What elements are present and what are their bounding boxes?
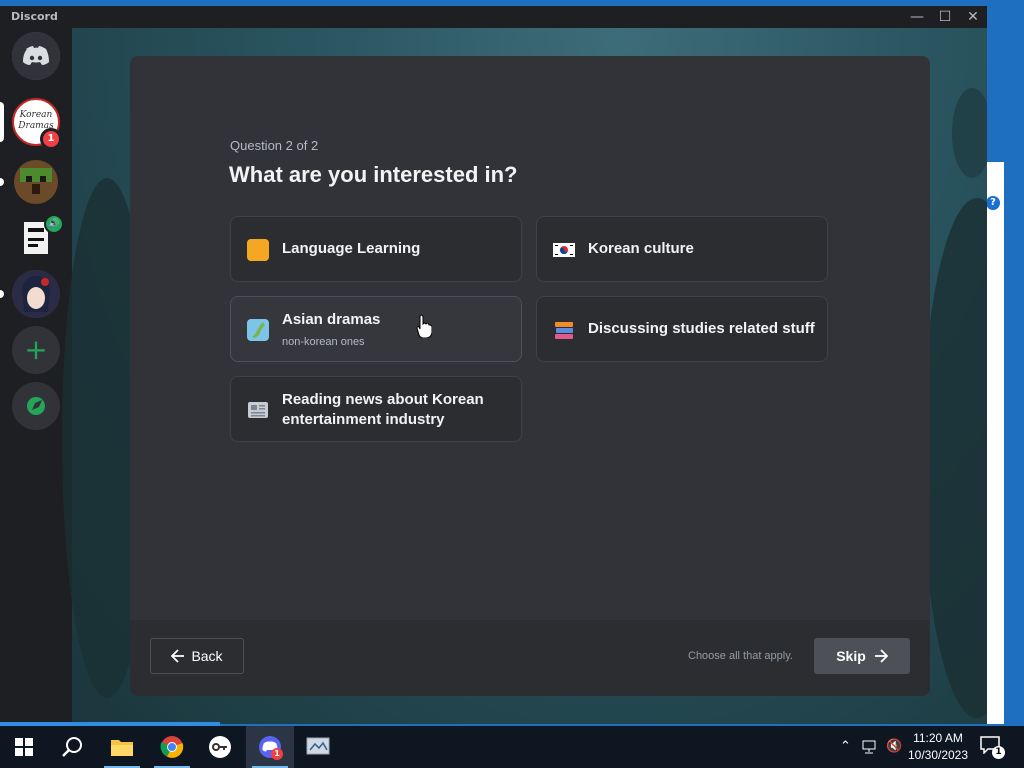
orange-square-icon [247, 239, 269, 261]
network-icon[interactable] [862, 740, 880, 754]
chevron-up-icon[interactable]: ⌃ [840, 739, 851, 754]
minecraft-creeper-icon [14, 160, 58, 204]
compass-icon [27, 397, 45, 415]
onboarding-modal: Question 2 of 2 What are you interested … [130, 56, 930, 696]
newspaper-icon [248, 402, 268, 418]
japan-map-icon [247, 319, 269, 341]
discord-logo-icon [12, 32, 60, 80]
option-korean-culture[interactable]: Korean culture [536, 216, 828, 282]
server-voice[interactable]: 🔊 [12, 214, 64, 262]
server-minecraft[interactable] [12, 158, 60, 206]
option-reading-news[interactable]: Reading news about Korean entertainment … [230, 376, 522, 442]
option-label: Reading news about Korean entertainment … [282, 391, 484, 428]
server-korean-dramas[interactable]: Korean Dramas 1 [12, 98, 62, 150]
minimize-button[interactable]: — [903, 6, 931, 28]
unread-pill [0, 290, 4, 298]
discord-badge: 1 [271, 748, 283, 760]
option-label: Asian dramas [282, 311, 381, 328]
start-button[interactable] [0, 726, 48, 768]
maximize-button[interactable]: ☐ [931, 6, 959, 28]
skip-button[interactable]: Skip [814, 638, 910, 674]
unread-pill [0, 178, 4, 186]
server-sidebar: Korean Dramas 1 🔊 + [0, 28, 72, 724]
hand-cursor-icon [416, 314, 432, 338]
explore-servers-button[interactable] [12, 382, 60, 430]
search-button[interactable] [48, 726, 96, 768]
clock-date: 10/30/2023 [907, 748, 969, 762]
folder-icon [111, 740, 133, 756]
question-count: Question 2 of 2 [230, 138, 319, 153]
option-language-learning[interactable]: Language Learning [230, 216, 522, 282]
option-asian-dramas[interactable]: Asian dramas non-korean ones [230, 296, 522, 362]
search-icon [62, 737, 82, 757]
app-title: Discord [11, 10, 58, 23]
windows-icon [15, 738, 33, 756]
option-label: Language Learning [282, 240, 421, 257]
unread-badge: 1 [40, 128, 62, 150]
server-anime[interactable] [12, 270, 60, 318]
help-icon[interactable]: ? [986, 196, 1000, 210]
notification-count: 1 [992, 746, 1005, 759]
network-app-button[interactable] [294, 726, 342, 768]
discord-taskbar-button[interactable]: 1 [246, 726, 294, 768]
taskbar-clock[interactable]: 11:20 AM 10/30/2023 [900, 730, 976, 764]
arrow-right-icon [874, 649, 888, 663]
add-server-button[interactable]: + [12, 326, 60, 374]
back-label: Back [191, 648, 223, 664]
books-icon [555, 322, 573, 339]
choose-hint: Choose all that apply. [688, 650, 793, 662]
korean-flag-icon [553, 243, 575, 257]
background-window [986, 162, 1004, 724]
keys-icon [209, 736, 231, 758]
back-button[interactable]: Back [150, 638, 244, 674]
clock-time: 11:20 AM [913, 731, 963, 745]
chrome-icon [160, 736, 184, 758]
notifications-button[interactable]: 1 [980, 736, 1005, 759]
option-label: Korean culture [588, 240, 694, 257]
option-label: Discussing studies related stuff [588, 320, 815, 337]
chrome-button[interactable] [148, 726, 196, 768]
keys-app-button[interactable] [196, 726, 244, 768]
skip-label: Skip [836, 648, 866, 664]
taskbar: 1 ⌃ 🔇 11:20 AM 10/30/2023 1 [0, 726, 1024, 768]
selected-server-pill [0, 102, 4, 142]
arrow-left-icon [171, 649, 185, 663]
plus-icon: + [24, 333, 48, 366]
option-sublabel: non-korean ones [282, 336, 365, 348]
file-explorer-button[interactable] [98, 726, 146, 768]
discord-home-button[interactable] [12, 32, 60, 80]
modal-footer: Back Choose all that apply. Skip [130, 620, 930, 696]
close-button[interactable]: ✕ [959, 6, 987, 28]
anime-avatar-icon [12, 270, 60, 318]
speaker-icon: 🔊 [44, 214, 64, 234]
network-app-icon [306, 737, 330, 755]
title-bar: Discord — ☐ ✕ [0, 6, 987, 28]
question-title: What are you interested in? [229, 162, 518, 187]
option-discussing-studies[interactable]: Discussing studies related stuff [536, 296, 828, 362]
